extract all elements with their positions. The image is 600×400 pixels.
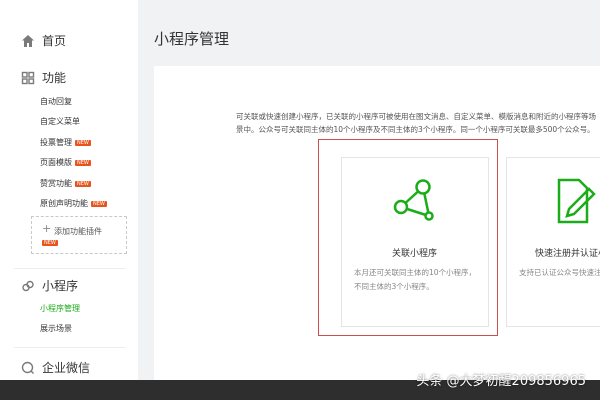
nav-home[interactable]: 首页 — [21, 32, 66, 49]
enterprise-wechat-icon — [21, 361, 34, 374]
mini-program-icon — [22, 280, 34, 291]
nav-home-label: 首页 — [42, 34, 67, 48]
nav-features[interactable]: 功能 — [21, 69, 66, 86]
grid-icon — [21, 71, 35, 84]
nav-features-label: 功能 — [42, 71, 67, 85]
page: 首页 功能 自动回复 自定义菜单 投票管理 NEW 页面模版 NEW 赞赏功能 — [0, 0, 600, 380]
divider — [14, 347, 126, 348]
nav-enterprise-wechat-label: 企业微信 — [42, 361, 91, 375]
new-badge: NEW — [75, 159, 91, 166]
document-pen-icon — [557, 178, 596, 224]
nav-mini-program[interactable]: 小程序 — [21, 277, 78, 294]
page-title: 小程序管理 — [154, 30, 230, 48]
nav-mini-program-label: 小程序 — [42, 279, 79, 293]
new-badge: NEW — [75, 180, 91, 187]
sidebar-item-label: 自定义菜单 — [40, 117, 80, 126]
sidebar-item-label: 赞赏功能 — [40, 179, 72, 188]
sidebar-item-label: 页面模版 — [40, 158, 72, 167]
card-desc: 支持已认证公众号快速注册小程序 — [519, 268, 600, 277]
add-plugin-label: 添加功能插件 — [54, 227, 102, 236]
sidebar-item-mini-program-management[interactable]: 小程序管理 — [40, 303, 80, 314]
new-badge: NEW — [42, 240, 58, 246]
sidebar-item-reward[interactable]: 赞赏功能 NEW — [40, 178, 91, 189]
sidebar-item-custom-menu[interactable]: 自定义菜单 — [40, 116, 80, 127]
sidebar-item-original-declaration[interactable]: 原创声明功能 NEW — [40, 198, 107, 209]
plus-icon: + — [42, 222, 52, 235]
sidebar: 首页 功能 自动回复 自定义菜单 投票管理 NEW 页面模版 NEW 赞赏功能 — [0, 0, 138, 380]
sidebar-item-vote[interactable]: 投票管理 NEW — [40, 137, 91, 148]
home-icon — [22, 34, 34, 47]
highlight-box — [318, 139, 498, 336]
sidebar-item-label: 原创声明功能 — [40, 199, 88, 208]
sidebar-item-label: 展示场景 — [40, 324, 72, 333]
description: 可关联或快速创建小程序，已关联的小程序可被使用在图文消息、自定义菜单、模版消息和… — [236, 112, 596, 134]
add-plugin-button[interactable]: + 添加功能插件 NEW — [31, 216, 127, 254]
sidebar-item-display-scenes[interactable]: 展示场景 — [40, 323, 72, 334]
sidebar-item-label: 自动回复 — [40, 97, 72, 106]
sidebar-item-auto-reply[interactable]: 自动回复 — [40, 96, 72, 107]
sidebar-item-label: 小程序管理 — [40, 304, 80, 313]
sidebar-item-label: 投票管理 — [40, 138, 72, 147]
sidebar-item-page-template[interactable]: 页面模版 NEW — [40, 157, 91, 168]
nav-enterprise-wechat[interactable]: 企业微信 — [21, 359, 90, 376]
quick-register-card[interactable]: 快速注册并认证小程序 支持已认证公众号快速注册小程序 — [506, 157, 600, 327]
divider — [14, 268, 126, 269]
new-badge: NEW — [75, 139, 91, 146]
watermark: 头条 @大梦初醒209856965 — [416, 374, 586, 389]
card-title: 快速注册并认证小程序 — [535, 249, 600, 259]
new-badge: NEW — [91, 200, 107, 207]
